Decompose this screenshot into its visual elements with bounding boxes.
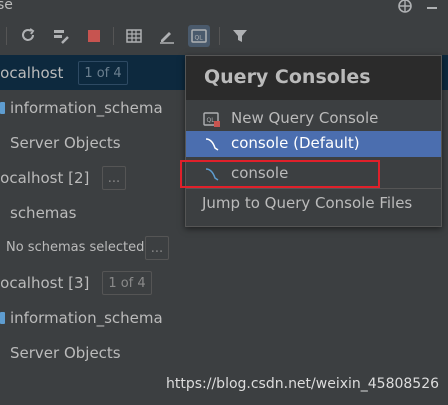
edit-icon (160, 32, 174, 44)
tool-window-header: se (0, 0, 448, 17)
svg-text:QL: QL (207, 117, 216, 124)
tree-row-label: No schemas selected (6, 240, 145, 255)
schema-settings-button[interactable] (50, 25, 72, 47)
highlight-box (180, 160, 380, 188)
toolbar: QL (0, 19, 448, 53)
tree-row-label: schemas (10, 203, 77, 222)
refresh-icon (22, 28, 35, 41)
schema-icon (0, 102, 5, 114)
globe-settings-icon[interactable] (397, 0, 413, 14)
more-badge[interactable]: ... (145, 236, 169, 260)
tree-row-label: localhost [3] (0, 273, 90, 292)
popup-title: Query Consoles (204, 66, 371, 88)
more-badge[interactable]: ... (102, 166, 126, 190)
popup-divider (186, 188, 441, 189)
query-console-icon: QL (191, 29, 207, 43)
new-query-console-item[interactable]: QL New Query Console (186, 106, 441, 132)
table-view-button[interactable] (123, 25, 145, 47)
toolbar-separator (6, 27, 7, 45)
tree-row-information-schema-3[interactable]: information_schema (0, 300, 448, 335)
stop-button[interactable] (83, 25, 105, 47)
svg-text:QL: QL (195, 35, 204, 42)
stop-icon (88, 30, 100, 42)
filter-icon (233, 30, 247, 42)
console-default-item[interactable]: console (Default) (186, 131, 441, 157)
schema-icon (0, 312, 5, 324)
schema-count-badge[interactable]: 1 of 4 (102, 271, 152, 295)
tree-row-label: localhost (0, 63, 64, 82)
query-console-button[interactable]: QL (188, 25, 210, 47)
menu-item-label: console (Default) (231, 134, 360, 152)
schema-edit-icon (54, 30, 69, 44)
schema-count-badge[interactable]: 1 of 4 (78, 61, 128, 85)
table-icon (126, 29, 142, 43)
minimize-icon[interactable] (424, 0, 440, 14)
tree-row-label: localhost [2] (0, 168, 90, 187)
tree-row-label: Server Objects (10, 133, 121, 152)
tree-row-label: information_schema (10, 308, 163, 327)
tool-window-title: se (0, 0, 13, 13)
jump-to-console-files-item[interactable]: Jump to Query Console Files (186, 191, 441, 217)
tree-row-label: information_schema (10, 98, 163, 117)
filter-button[interactable] (229, 25, 251, 47)
toolbar-separator (113, 27, 114, 45)
popup-header: Query Consoles (186, 56, 441, 100)
watermark: https://blog.csdn.net/weixin_45808526 (166, 376, 440, 392)
tree-row-server-objects-3[interactable]: Server Objects (0, 335, 448, 370)
toolbar-separator (219, 27, 220, 45)
query-consoles-popup: Query Consoles QL New Query Console cons… (185, 55, 442, 227)
tree-row-localhost-3[interactable]: localhost [3] 1 of 4 (0, 265, 448, 300)
menu-item-label: New Query Console (231, 109, 379, 127)
edit-source-button[interactable] (156, 25, 178, 47)
menu-item-label: Jump to Query Console Files (202, 194, 413, 212)
tree-row-label: Server Objects (10, 343, 121, 362)
refresh-button[interactable] (17, 25, 39, 47)
new-console-icon: QL (203, 110, 221, 128)
tree-row-no-schemas[interactable]: No schemas selected ... (0, 230, 448, 265)
mysql-dolphin-icon (203, 135, 221, 153)
